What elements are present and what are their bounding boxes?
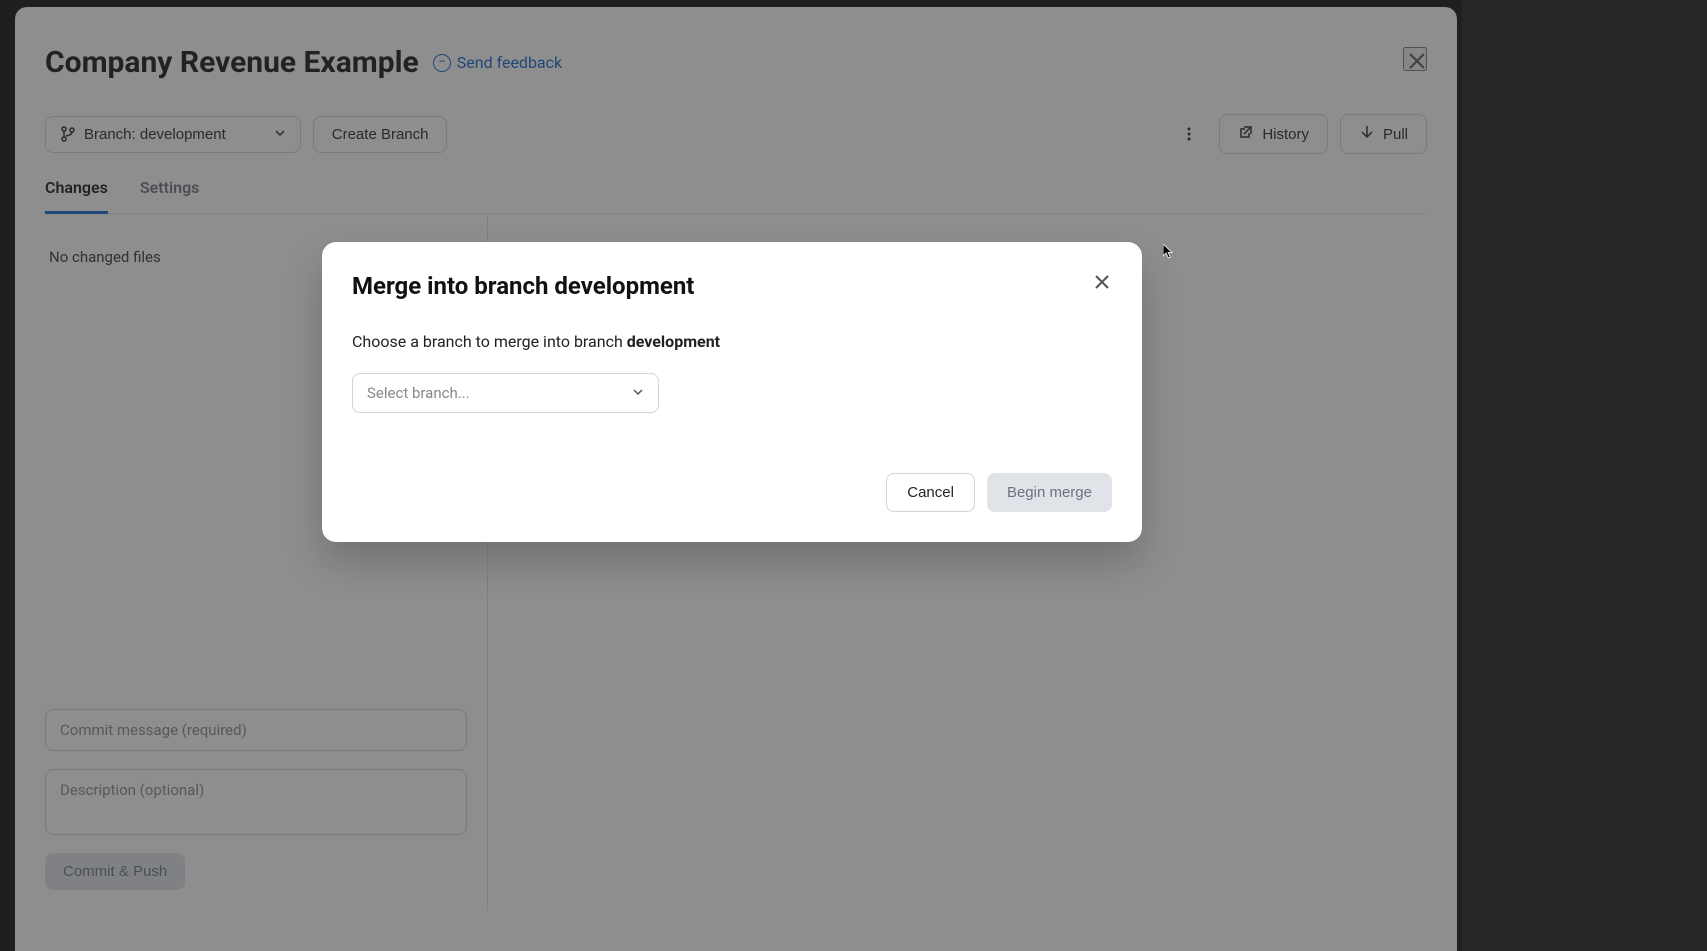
modal-title: Merge into branch development <box>352 272 694 300</box>
source-branch-select[interactable]: Select branch... <box>352 373 659 413</box>
chevron-down-icon <box>632 384 644 402</box>
modal-target-branch: development <box>627 332 720 351</box>
modal-footer: Cancel Begin merge <box>352 473 1112 512</box>
close-icon <box>1092 272 1112 292</box>
select-placeholder: Select branch... <box>367 384 470 402</box>
modal-instruction: Choose a branch to merge into branch dev… <box>352 332 1112 351</box>
merge-modal: Merge into branch development Choose a b… <box>322 242 1142 542</box>
begin-merge-button[interactable]: Begin merge <box>987 473 1112 512</box>
cancel-button[interactable]: Cancel <box>886 473 975 512</box>
modal-close-button[interactable] <box>1092 272 1112 292</box>
modal-body-prefix: Choose a branch to merge into branch <box>352 332 627 351</box>
modal-header: Merge into branch development <box>352 272 1112 300</box>
